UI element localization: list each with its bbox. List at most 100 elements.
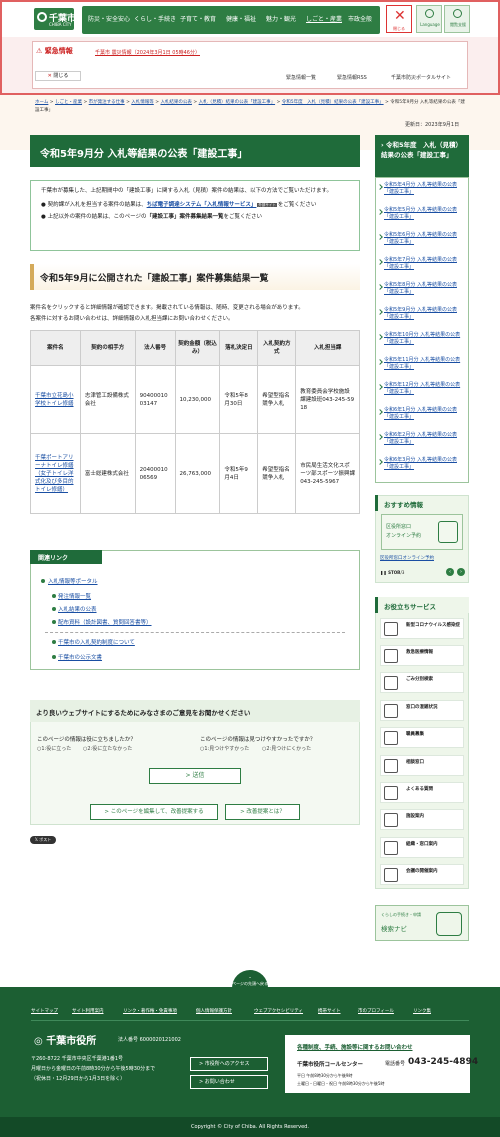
access-button[interactable]: > 市役所へのアクセス	[190, 1057, 268, 1071]
call-center-name: 千葉市役所コールセンター	[297, 1062, 364, 1068]
emergency-list-link[interactable]: 緊急情報一覧	[286, 74, 316, 81]
sidebar-item[interactable]: 令和5年11月分 入札等結果の公表「建設工事」	[384, 357, 462, 370]
divider	[45, 632, 345, 633]
service-item-congestion[interactable]: 窓口の混雑状況	[380, 700, 464, 721]
sidebar-item[interactable]: 令和5年9月分 入札等結果の公表「建設工事」	[384, 307, 462, 320]
footer-hours-note: （祝休日・12月29日から1月3日を除く）	[31, 1076, 126, 1082]
sidebar-item[interactable]: 令和6年2月分 入札等結果の公表「建設工事」	[384, 432, 462, 445]
related-link[interactable]: 配布資料（設計図書、質問回答書等）	[58, 618, 152, 626]
service-item-organization[interactable]: 組織・窓口案内	[380, 837, 464, 858]
smartphone-icon	[438, 521, 458, 543]
footer-link[interactable]: 携帯サイト	[318, 1008, 341, 1014]
cell-amount: 26,763,000	[174, 433, 221, 514]
service-item-meetings[interactable]: 会議の開催案内	[380, 864, 464, 885]
radio-option[interactable]: ○1:見つけやすかった	[200, 745, 249, 752]
bullet-dot-icon	[41, 579, 45, 583]
table-row: 千葉市立花島小学校トイレ修繕 志津管工設備株式会社 9040001003147 …	[30, 365, 360, 434]
nav-item[interactable]: 防災・安全安心	[88, 14, 130, 23]
footer-link[interactable]: リンク・著作権・免責事項	[123, 1008, 177, 1014]
radio-option[interactable]: ○1:役に立った	[37, 745, 71, 752]
bullet-dot-icon	[52, 594, 56, 598]
nav-item[interactable]: 子育て・教育	[180, 14, 216, 23]
nav-item[interactable]: 魅力・観光	[266, 14, 296, 23]
footer-link[interactable]: 個人情報保護方針	[196, 1008, 232, 1014]
breadcrumb-link[interactable]: 入札（見積）結果の公表「建設工事」	[199, 100, 276, 105]
intro-bullet: ● 上記以外の案件の結果は、このページの「建設工事」案件募集結果一覧をご覧くださ…	[41, 214, 262, 220]
viewer-support-label: 閲覧支援	[450, 22, 466, 27]
emergency-close-button[interactable]: ✕ 閉じる	[35, 71, 81, 81]
footer-link[interactable]: ウェブアクセシビリティ	[254, 1008, 303, 1014]
cell-date: 令和5年9月4日	[219, 433, 259, 514]
tel-number[interactable]: 043-245-4894	[408, 1057, 478, 1067]
footer-link[interactable]: 市のプロフィール	[358, 1008, 394, 1014]
page-top-button[interactable]: ⌃ ページの先頭へ戻る	[232, 970, 268, 998]
cell-dept: 市民局生活文化スポーツ部スポーツ振興課043-245-5967	[295, 433, 360, 514]
nav-item[interactable]: 健康・福祉	[226, 14, 256, 23]
edit-suggest-button[interactable]: > このページを編集して、改善提案する	[90, 804, 218, 820]
service-item-emergency[interactable]: 救急医療情報	[380, 645, 464, 666]
project-link[interactable]: 千葉市立花島小学校トイレ修繕	[35, 393, 74, 407]
carousel-prev-icon[interactable]: ‹	[446, 568, 454, 576]
breadcrumb-link[interactable]: 市が発注する仕事	[89, 100, 125, 105]
sidebar-item[interactable]: 令和6年3月分 入札等結果の公表「建設工事」	[384, 457, 462, 470]
radio-option[interactable]: ○2:役に立たなかった	[83, 745, 132, 752]
section-title: 令和5年9月に公開された「建設工事」案件募集結果一覧	[30, 264, 360, 290]
breadcrumb-link[interactable]: ホーム	[35, 100, 48, 105]
breadcrumb-link[interactable]: しごと・産業	[55, 100, 82, 105]
nav-item-active[interactable]: しごと・産業	[306, 14, 342, 23]
sidebar-item[interactable]: 令和5年12月分 入札等結果の公表「建設工事」	[384, 382, 462, 395]
sidebar-item[interactable]: 令和5年7月分 入札等結果の公表「建設工事」	[384, 257, 462, 270]
emergency-item-link[interactable]: 千葉市 震災情報（2024年3月1日 05時46分）	[95, 49, 200, 56]
procedure-navi-banner[interactable]: くらしの手続き・申請 検索ナビ	[375, 905, 469, 941]
disaster-portal-link[interactable]: 千葉市防災ポータルサイト	[391, 74, 451, 81]
breadcrumb-link[interactable]: 令和5年度 入札（見積）結果の公表「建設工事」	[282, 100, 384, 105]
language-button[interactable]: Language	[416, 5, 442, 33]
sidebar-item[interactable]: 令和6年1月分 入札等結果の公表「建設工事」	[384, 407, 462, 420]
sidebar-item[interactable]: 令和5年6月分 入札等結果の公表「建設工事」	[384, 232, 462, 245]
related-link[interactable]: 入札情報等ポータル	[48, 577, 98, 585]
related-link[interactable]: 入札結果の公表	[58, 605, 97, 613]
recommend-banner[interactable]: 区役所窓口 オンライン予約	[381, 514, 463, 550]
related-link[interactable]: 千葉市の入札契約制度について	[58, 638, 135, 646]
footer-link[interactable]: サイト利用案内	[72, 1008, 104, 1014]
city-emblem-icon	[37, 12, 47, 22]
send-button[interactable]: > 送信	[149, 768, 241, 784]
breadcrumb-link[interactable]: 入札情報等	[131, 100, 154, 105]
sidebar-item[interactable]: 令和5年5月分 入札等結果の公表「建設工事」	[384, 207, 462, 220]
service-item-facility[interactable]: 施設案内	[380, 809, 464, 830]
service-item-faq[interactable]: よくある質問	[380, 782, 464, 803]
nav-item[interactable]: 市政全般	[348, 14, 372, 23]
breadcrumb-link[interactable]: 入札結果の公表	[160, 100, 192, 105]
inquiry-button[interactable]: > お問い合わせ	[190, 1075, 268, 1089]
service-item-recruit[interactable]: 職員募集	[380, 727, 464, 748]
project-link[interactable]: 千葉ポートアリーナトイレ修繕（女子トイレ洋式化及び多目的トイレ修繕）	[35, 455, 74, 493]
e-procurement-link[interactable]: ちば電子調達システム「入札情報サービス」	[147, 202, 257, 208]
related-link[interactable]: 発注情報一覧	[58, 592, 91, 600]
site-logo[interactable]: 千葉市 CHIBA CITY	[34, 8, 76, 30]
viewer-support-button[interactable]: 閲覧支援	[444, 5, 470, 33]
survey-title: より良いウェブサイトにするためにみなさまのご意見をお聞かせください	[30, 700, 360, 722]
footer-link[interactable]: サイトマップ	[31, 1008, 58, 1014]
post-share-button[interactable]: 𝕏 ポスト	[30, 836, 56, 844]
send-label: 送信	[192, 772, 205, 779]
contact-title-link[interactable]: 各種制度、手続、施設等に関するお問い合わせ	[297, 1043, 413, 1051]
close-menu-button[interactable]: ✕ 閉じる	[386, 5, 412, 33]
emergency-rss-link[interactable]: 緊急情報RSS	[337, 74, 367, 81]
access-label: 市役所へのアクセス	[204, 1061, 250, 1067]
carousel-next-icon[interactable]: ›	[457, 568, 465, 576]
about-suggest-button[interactable]: > 改善提案とは？	[225, 804, 300, 820]
sidebar-item[interactable]: 令和5年4月分 入札等結果の公表「建設工事」	[384, 182, 462, 195]
sidebar-title-text: 令和5年度 入札（見積）結果の公表「建設工事」	[381, 141, 462, 159]
service-item-garbage[interactable]: ごみ分別検索	[380, 672, 464, 693]
sidebar-item[interactable]: 令和5年10月分 入札等結果の公表「建設工事」	[384, 332, 462, 345]
footer-link[interactable]: リンク集	[413, 1008, 431, 1014]
sidebar-item[interactable]: 令和5年8月分 入札等結果の公表「建設工事」	[384, 282, 462, 295]
recommend-link[interactable]: 区役所窓口オンライン予約	[380, 555, 434, 561]
radio-option[interactable]: ○2:見つけにくかった	[262, 745, 311, 752]
service-item-consult[interactable]: 相談窓口	[380, 755, 464, 776]
nav-item[interactable]: くらし・手続き	[134, 14, 176, 23]
column-header: 落札決定日	[219, 330, 259, 366]
footer-city-name: ◎ 千葉市役所	[34, 1032, 96, 1047]
service-item-covid[interactable]: 新型コロナウイルス感染症	[380, 618, 464, 639]
related-link[interactable]: 千葉市の公示文書	[58, 653, 102, 661]
